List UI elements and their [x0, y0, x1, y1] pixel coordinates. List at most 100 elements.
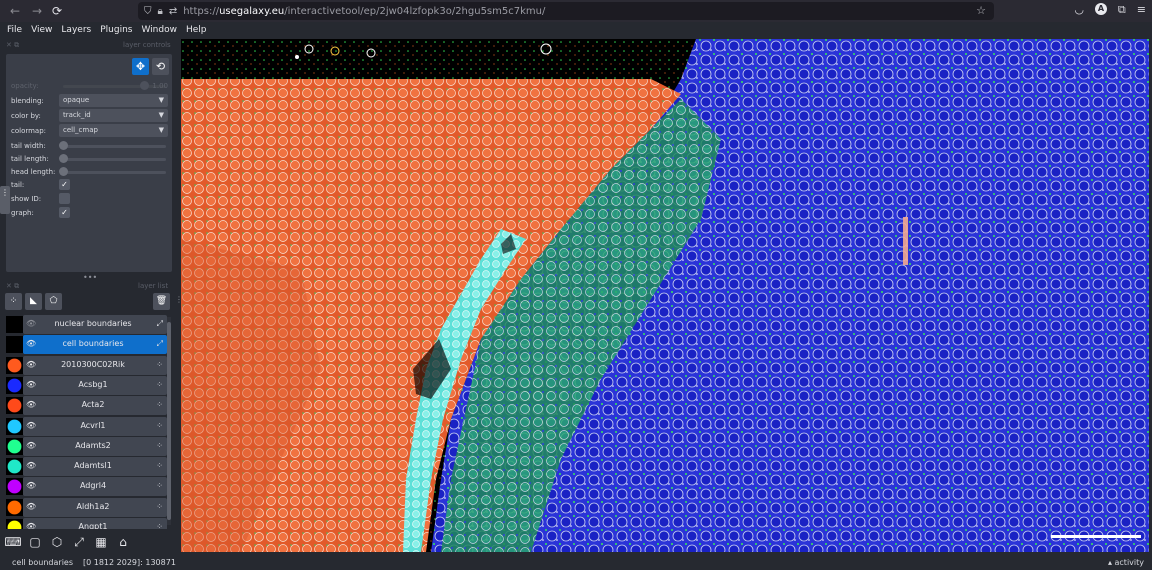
visibility-eye-icon[interactable]: 👁︎ — [26, 502, 36, 511]
visibility-eye-icon[interactable]: 👁︎ — [26, 400, 36, 409]
dock-close-icon[interactable]: ✕ ⧉ — [6, 41, 19, 50]
layer-item[interactable]: 👁︎ Adamts2 ⁘ — [23, 436, 167, 456]
color-by-select[interactable]: track_id ▼ — [59, 109, 168, 122]
new-points-layer-icon[interactable]: ⁘ — [5, 293, 22, 310]
layer-row[interactable]: 👁︎ Adamtsl1 ⁘ — [4, 457, 167, 477]
layer-item[interactable]: 👁︎ nuclear boundaries ⤢ — [23, 315, 167, 334]
browser-toolbar: ← → ⟳ ⛉ 🔒︎ ⇄ https://usegalaxy.eu/intera… — [0, 0, 1152, 22]
menu-plugins[interactable]: Plugins — [100, 25, 132, 35]
layer-list-scroll-thumb[interactable] — [167, 322, 171, 520]
layer-item[interactable]: 👁︎ Aldh1a2 ⁘ — [23, 497, 167, 517]
menu-help[interactable]: Help — [186, 25, 207, 35]
bookmark-star-icon[interactable]: ☆ — [976, 4, 986, 17]
forward-icon[interactable]: → — [26, 4, 48, 18]
layer-name[interactable]: Adgrl4 — [37, 481, 149, 490]
layer-row[interactable]: 👁︎ Adamts2 ⁘ — [4, 436, 167, 456]
layer-row[interactable]: 👁︎ Aldh1a2 ⁘ — [4, 497, 167, 517]
layer-item[interactable]: 👁︎ Angpt1 ⁘ — [23, 518, 167, 529]
transpose-icon[interactable]: ⤢ — [70, 533, 88, 551]
visibility-eye-icon[interactable]: 👁︎ — [26, 380, 36, 389]
visibility-eye-icon[interactable]: 👁︎ — [26, 522, 36, 529]
layer-thumbnail — [6, 356, 23, 374]
grid-mode-icon[interactable]: ▦ — [92, 533, 110, 551]
layer-row[interactable]: 👁︎ Acta2 ⁘ — [4, 396, 167, 416]
visibility-eye-icon[interactable]: 👁︎ — [26, 481, 36, 490]
layer-item[interactable]: 👁︎ Adamtsl1 ⁘ — [23, 457, 167, 477]
opacity-slider-handle[interactable] — [140, 81, 149, 90]
menu-file[interactable]: File — [7, 25, 22, 35]
splitter-handle[interactable]: ••• — [83, 273, 97, 282]
layer-name[interactable]: Adamtsl1 — [37, 461, 149, 470]
transform-tool-icon[interactable]: ⟲ — [152, 58, 169, 75]
layer-item[interactable]: 👁︎ Acsbg1 ⁘ — [23, 375, 167, 395]
layer-name[interactable]: Adamts2 — [37, 441, 149, 450]
layer-item[interactable]: 👁︎ cell boundaries ⤢ — [23, 335, 167, 355]
layer-thumbnail — [6, 519, 23, 529]
roll-dimensions-icon[interactable]: ⬡ — [48, 533, 66, 551]
layer-item[interactable]: 👁︎ Acvrl1 ⁘ — [23, 416, 167, 436]
layer-list-title: layer list — [138, 282, 169, 290]
colormap-select[interactable]: cell_cmap ▼ — [59, 124, 168, 137]
tail-width-slider-track[interactable] — [63, 145, 166, 148]
layer-row[interactable]: 👁︎ Acsbg1 ⁘ — [4, 375, 167, 395]
graph-checkbox[interactable]: ✓ — [59, 207, 70, 218]
viewer-canvas[interactable] — [181, 39, 1149, 552]
visibility-eye-icon[interactable]: 👁︎ — [26, 421, 36, 430]
home-icon[interactable]: ⌂ — [114, 533, 132, 551]
tail-checkbox[interactable]: ✓ — [59, 179, 70, 190]
layer-row[interactable]: 👁︎ Adgrl4 ⁘ — [4, 477, 167, 497]
layer-name[interactable]: Aldh1a2 — [37, 502, 149, 511]
console-icon[interactable]: ⌨ — [4, 533, 22, 551]
head-length-slider-track[interactable] — [63, 171, 166, 174]
layer-row[interactable]: 👁︎ Acvrl1 ⁘ — [4, 416, 167, 436]
show-id-checkbox[interactable] — [59, 193, 70, 204]
visibility-eye-icon[interactable]: 👁︎ — [26, 461, 36, 470]
scale-bar — [1051, 535, 1141, 538]
menu-icon[interactable]: ≡ — [1137, 3, 1146, 17]
tail-width-slider-handle[interactable] — [59, 141, 68, 150]
activity-button[interactable]: ▴ activity — [1108, 558, 1144, 567]
new-labels-layer-icon[interactable]: ⬠ — [45, 293, 62, 310]
extensions-icon[interactable]: ⧉ — [1118, 3, 1126, 17]
new-shapes-layer-icon[interactable]: ◣ — [25, 293, 42, 310]
layer-name[interactable]: Acvrl1 — [37, 421, 149, 430]
menu-view[interactable]: View — [31, 25, 52, 35]
account-avatar[interactable]: A — [1094, 3, 1107, 15]
ndisplay-toggle-icon[interactable]: ▢ — [26, 533, 44, 551]
delete-layer-icon[interactable]: 🗑︎ — [153, 293, 170, 310]
layer-name[interactable]: Acta2 — [37, 400, 149, 409]
blending-select[interactable]: opaque ▼ — [59, 94, 168, 107]
visibility-eye-icon[interactable]: 👁︎ — [26, 339, 36, 348]
dock-close-icon[interactable]: ✕ ⧉ — [6, 282, 19, 291]
url-bar[interactable]: ⛉ 🔒︎ ⇄ https://usegalaxy.eu/interactivet… — [138, 2, 994, 20]
layer-row[interactable]: 👁︎ cell boundaries ⤢ — [4, 335, 167, 355]
menu-window[interactable]: Window — [141, 25, 177, 35]
head-length-slider-handle[interactable] — [59, 167, 68, 176]
visibility-eye-icon[interactable]: 👁︎ — [26, 360, 36, 369]
layer-name[interactable]: Acsbg1 — [37, 380, 149, 389]
layer-item[interactable]: 👁︎ Adgrl4 ⁘ — [23, 477, 167, 497]
layer-thumbnail — [6, 478, 23, 496]
menu-layers[interactable]: Layers — [61, 25, 91, 35]
url-text: https://usegalaxy.eu/interactivetool/ep/… — [183, 5, 546, 17]
visibility-eye-icon[interactable]: 👁︎ — [26, 319, 36, 328]
layer-row[interactable]: 👁︎ Angpt1 ⁘ — [4, 518, 167, 529]
pocket-icon[interactable]: ◡ — [1074, 3, 1084, 17]
layer-name[interactable]: 2010300C02Rik — [37, 360, 149, 369]
opacity-slider-track[interactable] — [63, 85, 166, 88]
reload-icon[interactable]: ⟳ — [46, 4, 68, 18]
layer-row[interactable]: 👁︎ nuclear boundaries ⤢ — [4, 315, 167, 334]
layer-controls-panel: ✥ ⟲ opacity: 1.00 blending: opaque ▼ colo… — [6, 54, 172, 272]
tail-length-slider-handle[interactable] — [59, 154, 68, 163]
tail-length-slider-track[interactable] — [63, 158, 166, 161]
layer-row[interactable]: 👁︎ 2010300C02Rik ⁘ — [4, 355, 167, 375]
back-icon[interactable]: ← — [4, 4, 26, 18]
layer-item[interactable]: 👁︎ Acta2 ⁘ — [23, 396, 167, 416]
layer-name[interactable]: nuclear boundaries — [37, 319, 149, 328]
layer-name[interactable]: cell boundaries — [37, 339, 149, 348]
dock-resize-handle[interactable]: ⋮ — [0, 186, 10, 214]
layer-item[interactable]: 👁︎ 2010300C02Rik ⁘ — [23, 355, 167, 375]
layer-name[interactable]: Angpt1 — [37, 522, 149, 529]
visibility-eye-icon[interactable]: 👁︎ — [26, 441, 36, 450]
pan-zoom-tool-icon[interactable]: ✥ — [132, 58, 149, 75]
